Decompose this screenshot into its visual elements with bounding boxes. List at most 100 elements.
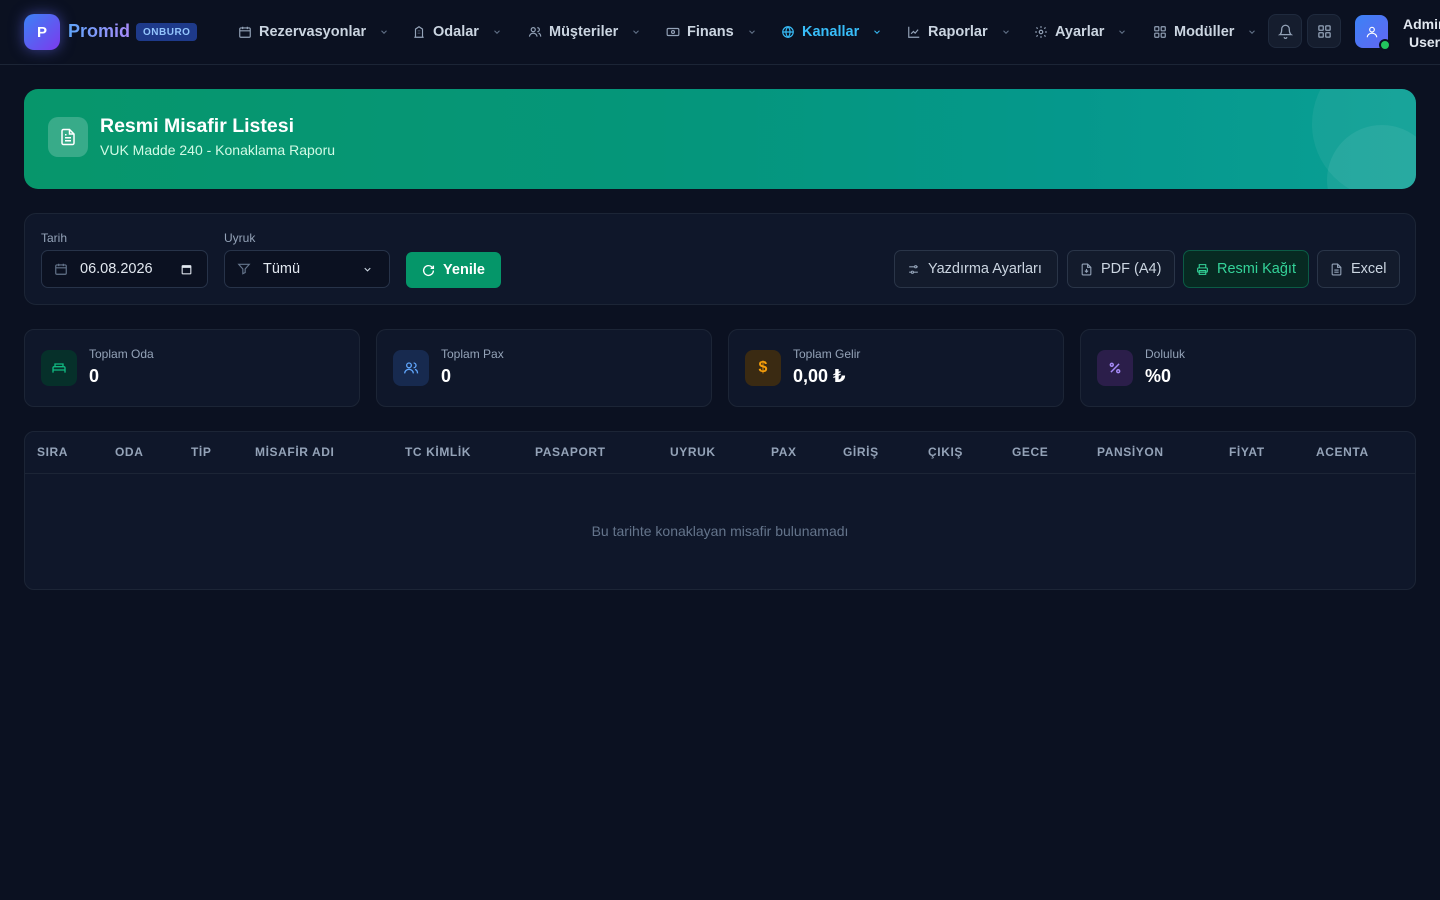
nav-item-customers[interactable]: Müşteriler [528,21,641,43]
user-role: User [1409,34,1440,50]
bed-icon [41,350,77,386]
sliders-icon [909,264,918,274]
page-subtitle: VUK Madde 240 - Konaklama Raporu [100,142,336,158]
stat-value: 0,00 ₺ [793,366,846,386]
document-icon [48,117,88,157]
users-icon [393,350,429,386]
user-name[interactable]: Admin [1403,14,1440,34]
column-header-passport[interactable]: PASAPORT [535,445,606,459]
chevron-down-icon [1002,30,1009,34]
column-header-board[interactable]: PANSİYON [1097,445,1164,459]
column-header-order[interactable]: SIRA [37,445,68,459]
stat-label: Toplam Pax [441,347,504,361]
stat-card-occupancy: Doluluk %0 [1080,329,1416,407]
column-header-pax[interactable]: PAX [771,445,797,459]
dollar-icon: $ [745,350,781,386]
date-label: Tarih [41,231,68,245]
stat-label: Toplam Gelir [793,347,861,361]
stat-value: 0 [441,366,452,386]
building-icon [414,26,424,38]
stat-value: 0 [89,366,100,386]
page-header-banner: Resmi Misafir Listesi VUK Madde 240 - Ko… [24,89,1416,189]
column-header-agency[interactable]: ACENTA [1316,445,1369,459]
online-status-dot [1379,39,1391,51]
pdf-label: PDF (A4) [1101,261,1162,277]
column-header-price[interactable]: FİYAT [1229,445,1265,459]
percent-icon [1097,350,1133,386]
nationality-value: Tümü [263,261,301,277]
excel-button[interactable]: Excel [1317,250,1400,288]
chart-icon [908,26,920,38]
print-settings-button[interactable]: Yazdırma Ayarları [894,250,1058,288]
refresh-button[interactable]: Yenile [406,252,501,288]
bell-icon [1277,24,1293,39]
brand-badge: ONBURO [136,23,198,41]
stat-label: Toplam Oda [89,347,154,361]
nav-item-channels[interactable]: Kanallar [781,21,882,43]
page-title: Resmi Misafir Listesi [100,115,294,137]
filter-icon [237,263,251,275]
nav-item-finance[interactable]: Finans [666,21,757,43]
user-icon [1366,26,1377,37]
brand-name[interactable]: Promid [68,21,130,42]
users-icon [528,27,542,37]
stat-value: %0 [1145,366,1172,386]
logo-mark[interactable]: P [24,14,60,50]
chevron-down-icon [633,30,640,34]
stat-label: Doluluk [1145,347,1186,361]
nav-item-settings[interactable]: Ayarlar [1034,21,1127,43]
nav-item-reports[interactable]: Raporlar [907,21,1011,43]
filter-toolbar: Tarih 06.08.2026 Uyruk Tümü Yenile Yazdı… [24,213,1416,305]
nav-item-label: Raporlar [928,24,988,40]
pdf-button[interactable]: PDF (A4) [1067,250,1175,288]
refresh-icon [423,264,435,276]
apps-grid-icon [1317,24,1331,38]
nationality-label: Uyruk [224,231,256,245]
official-paper-label: Resmi Kağıt [1217,261,1296,277]
chevron-down-icon [874,30,881,34]
file-pdf-icon [1081,263,1092,275]
column-header-check-out[interactable]: ÇIKIŞ [928,445,963,459]
chevron-down-icon [494,30,500,34]
gear-icon [1035,26,1047,38]
notifications-button[interactable] [1268,14,1302,48]
nav-item-label: Modüller [1174,24,1235,40]
calendar-icon [239,26,251,38]
nav-item-label: Müşteriler [549,24,619,40]
chevron-down-icon [1119,30,1126,34]
file-spreadsheet-icon [1331,263,1342,275]
nav-item-reservations[interactable]: Rezervasyonlar [238,21,389,43]
column-header-check-in[interactable]: GİRİŞ [843,445,879,459]
grid-icon [1154,26,1166,38]
column-header-room[interactable]: ODA [115,445,143,459]
column-header-nights[interactable]: GECE [1012,445,1048,459]
nav-item-label: Kanallar [802,24,860,40]
table-header: SIRA ODA TİP MİSAFİR ADI TC KİMLİK PASAP… [25,432,1415,474]
nav-item-label: Odalar [433,24,479,40]
stat-card-total-rooms: Toplam Oda 0 [24,329,360,407]
nav-item-rooms[interactable]: Odalar [412,21,502,43]
nav-item-label: Rezervasyonlar [259,24,367,40]
banknote-icon [666,27,680,37]
official-paper-button[interactable]: Resmi Kağıt [1183,250,1309,288]
guest-list-table: SIRA ODA TİP MİSAFİR ADI TC KİMLİK PASAP… [24,431,1416,590]
date-input[interactable]: 06.08.2026 [41,250,208,288]
date-picker-icon[interactable] [180,263,193,276]
column-header-nationality[interactable]: UYRUK [670,445,716,459]
calendar-icon [55,263,67,275]
stat-card-total-revenue: $ Toplam Gelir 0,00 ₺ [728,329,1064,407]
column-header-tc-id[interactable]: TC KİMLİK [405,445,471,459]
nav-item-label: Finans [687,24,734,40]
chevron-down-icon [381,30,388,34]
print-settings-label: Yazdırma Ayarları [928,261,1042,277]
column-header-type[interactable]: TİP [191,445,211,459]
nationality-select[interactable]: Tümü [224,250,390,288]
chevron-down-icon [1249,30,1256,34]
chevron-down-icon [364,267,371,272]
apps-button[interactable] [1307,14,1341,48]
chevron-down-icon [748,30,755,34]
stat-card-total-pax: Toplam Pax 0 [376,329,712,407]
empty-state-message: Bu tarihte konaklayan misafir bulunamadı [591,523,849,539]
nav-item-modules[interactable]: Modüller [1153,21,1257,43]
column-header-guest-name[interactable]: MİSAFİR ADI [255,445,335,459]
